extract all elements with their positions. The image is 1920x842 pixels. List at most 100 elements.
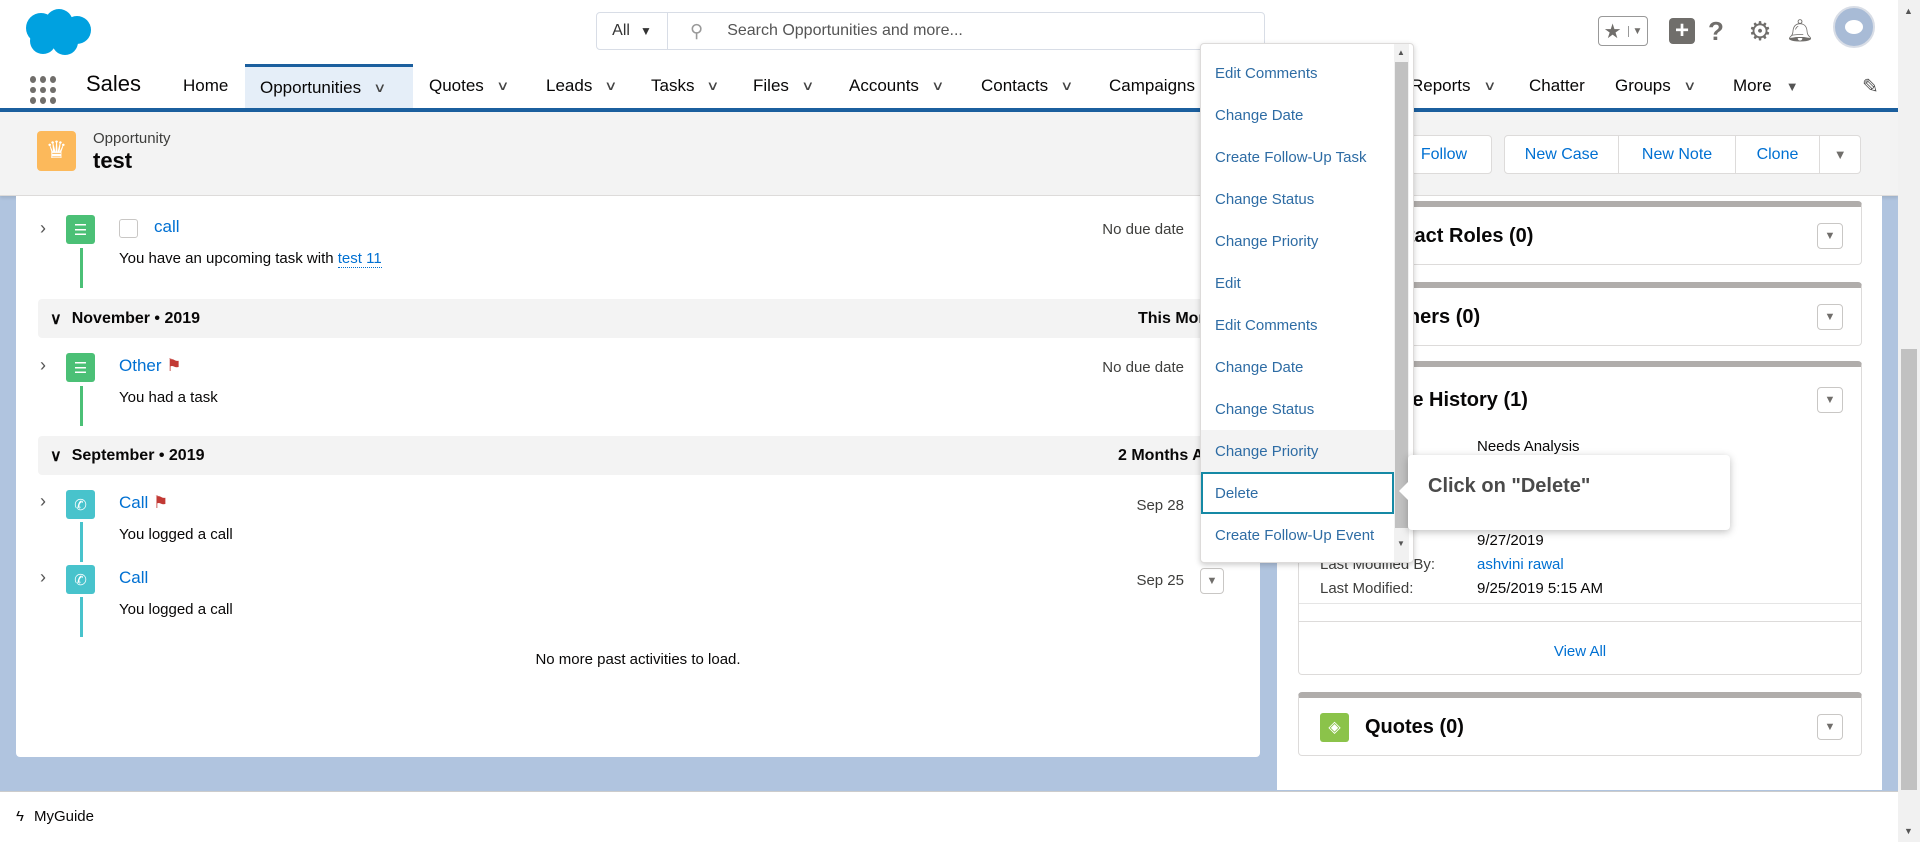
- related-record-link[interactable]: test 11: [337, 250, 382, 268]
- chevron-down-icon[interactable]: ∨: [931, 78, 944, 94]
- global-header: All ▼ ⚲ Search Opportunities and more... …: [0, 0, 1898, 112]
- row-actions-menu: Edit Comments Change Date Create Follow-Up…: [1200, 43, 1414, 563]
- view-all-link[interactable]: View All: [1299, 643, 1861, 660]
- tab-contacts[interactable]: Contacts ∨: [981, 64, 1074, 108]
- flag-icon: ⚑: [153, 493, 169, 512]
- task-title-link[interactable]: Other ⚑: [119, 356, 182, 376]
- menu-scrollbar-thumb[interactable]: [1395, 62, 1408, 528]
- chevron-down-icon[interactable]: ∨: [373, 80, 386, 96]
- tab-quotes[interactable]: Quotes ∨: [429, 64, 509, 108]
- chevron-down-icon[interactable]: ∨: [496, 78, 509, 94]
- more-actions-caret-icon[interactable]: ▼: [1820, 136, 1860, 173]
- menu-item-change-priority[interactable]: Change Priority: [1201, 220, 1394, 262]
- timeline-group-november[interactable]: ∨ November • 2019 This Month: [38, 299, 1260, 338]
- end-of-activities-message: No more past activities to load.: [535, 651, 741, 668]
- menu-item-edit-comments[interactable]: Edit Comments: [1201, 52, 1394, 94]
- menu-item-change-priority[interactable]: Change Priority: [1201, 430, 1394, 472]
- menu-item-create-follow-up-task[interactable]: Create Follow-Up Task: [1201, 136, 1394, 178]
- opportunity-crown-icon: ♛: [37, 131, 76, 171]
- chevron-down-icon[interactable]: ∨: [1483, 78, 1496, 94]
- expand-chevron-icon[interactable]: ›: [40, 218, 46, 239]
- task-detail: You had a task: [119, 389, 218, 406]
- search-input[interactable]: Search Opportunities and more...: [727, 22, 963, 40]
- global-actions-plus-icon[interactable]: +: [1669, 17, 1695, 44]
- tab-chatter[interactable]: Chatter: [1529, 64, 1585, 108]
- global-search[interactable]: All ▼ ⚲ Search Opportunities and more...: [596, 12, 1265, 50]
- avatar[interactable]: [1833, 6, 1875, 48]
- card-menu-dropdown[interactable]: ▼: [1817, 223, 1843, 249]
- stage-value: Needs Analysis: [1477, 438, 1580, 455]
- scroll-down-arrow-icon[interactable]: ▼: [1397, 539, 1405, 548]
- chevron-down-icon[interactable]: ∨: [707, 78, 720, 94]
- record-name: test: [93, 148, 133, 173]
- call-detail: You logged a call: [119, 601, 233, 618]
- tab-groups[interactable]: Groups ∨: [1615, 64, 1696, 108]
- task-title-link[interactable]: call: [154, 217, 180, 237]
- scroll-down-arrow-icon[interactable]: ▼: [1904, 826, 1913, 836]
- menu-item-change-date[interactable]: Change Date: [1201, 346, 1394, 388]
- card-menu-dropdown[interactable]: ▼: [1817, 304, 1843, 330]
- menu-item-edit[interactable]: Edit: [1201, 262, 1394, 304]
- scroll-up-arrow-icon[interactable]: ▲: [1904, 6, 1913, 16]
- chevron-down-icon[interactable]: ∨: [1060, 78, 1073, 94]
- chevron-down-icon: ∨: [50, 447, 62, 465]
- quote-tag-icon: ◈: [1320, 713, 1349, 742]
- chevron-down-icon[interactable]: ∨: [801, 78, 814, 94]
- app-launcher-icon[interactable]: [30, 76, 58, 104]
- card-menu-dropdown[interactable]: ▼: [1817, 387, 1843, 413]
- row-actions-dropdown[interactable]: ▼: [1200, 568, 1224, 594]
- salesforce-logo[interactable]: [21, 8, 93, 56]
- call-title-link[interactable]: Call: [119, 568, 148, 588]
- tab-campaigns[interactable]: Campaigns: [1109, 64, 1195, 108]
- quotes-card: ◈ Quotes (0) ▼: [1298, 692, 1862, 756]
- tab-leads[interactable]: Leads ∨: [546, 64, 618, 108]
- tab-tasks[interactable]: Tasks ∨: [651, 64, 720, 108]
- guide-tooltip: Click on "Delete": [1399, 455, 1730, 530]
- menu-item-delete[interactable]: Delete: [1201, 472, 1394, 514]
- scroll-up-arrow-icon[interactable]: ▲: [1397, 48, 1405, 57]
- menu-item-edit-comments[interactable]: Edit Comments: [1201, 304, 1394, 346]
- task-icon: ☰: [66, 353, 95, 382]
- scrollbar-thumb[interactable]: [1901, 349, 1917, 790]
- menu-item-change-status[interactable]: Change Status: [1201, 388, 1394, 430]
- card-menu-dropdown[interactable]: ▼: [1817, 714, 1843, 740]
- menu-item-change-date[interactable]: Change Date: [1201, 94, 1394, 136]
- expand-chevron-icon[interactable]: ›: [40, 491, 46, 512]
- chevron-down-icon[interactable]: ∨: [1683, 78, 1696, 94]
- call-title-link[interactable]: Call ⚑: [119, 493, 168, 513]
- menu-item-change-status[interactable]: Change Status: [1201, 178, 1394, 220]
- tab-opportunities[interactable]: Opportunities ∨: [245, 64, 413, 108]
- expand-chevron-icon[interactable]: ›: [40, 355, 46, 376]
- card-title[interactable]: Quotes (0): [1365, 716, 1464, 739]
- utility-bar: ϟ MyGuide: [0, 791, 1898, 842]
- gear-icon[interactable]: ⚙: [1746, 16, 1774, 46]
- caret-down-icon: ▼: [639, 24, 652, 38]
- favorites-button[interactable]: ★ ▼: [1598, 16, 1648, 46]
- tab-reports[interactable]: Reports ∨: [1411, 64, 1496, 108]
- divider: [1299, 621, 1861, 622]
- task-complete-checkbox[interactable]: [119, 219, 138, 238]
- myguide-button[interactable]: ϟ MyGuide: [16, 808, 94, 825]
- menu-item-create-follow-up-event[interactable]: Create Follow-Up Event: [1201, 514, 1394, 556]
- search-scope-select[interactable]: All ▼: [597, 13, 668, 49]
- chevron-down-icon[interactable]: ∨: [604, 78, 617, 94]
- task-date: No due date: [1102, 221, 1184, 238]
- timeline-line: [80, 522, 83, 562]
- help-icon[interactable]: ?: [1704, 16, 1728, 46]
- new-case-button[interactable]: New Case: [1505, 136, 1620, 173]
- last-modified-by-link[interactable]: ashvini rawal: [1477, 556, 1564, 573]
- clone-button[interactable]: Clone: [1736, 136, 1821, 173]
- tab-files[interactable]: Files ∨: [753, 64, 814, 108]
- new-note-button[interactable]: New Note: [1619, 136, 1736, 173]
- notifications-bell-icon[interactable]: 🔔︎: [1786, 16, 1814, 46]
- tab-home[interactable]: Home: [183, 64, 228, 108]
- timeline-group-september[interactable]: ∨ September • 2019 2 Months Ago: [38, 436, 1260, 475]
- search-icon: ⚲: [690, 20, 704, 41]
- tab-accounts[interactable]: Accounts ∨: [849, 64, 944, 108]
- tab-more[interactable]: More ▼: [1733, 64, 1799, 108]
- edit-nav-pencil-icon[interactable]: ✎: [1862, 64, 1879, 108]
- expand-chevron-icon[interactable]: ›: [40, 567, 46, 588]
- page-scrollbar[interactable]: ▲ ▼: [1898, 0, 1920, 842]
- timeline-line: [80, 248, 83, 288]
- activity-timeline: [16, 196, 1260, 757]
